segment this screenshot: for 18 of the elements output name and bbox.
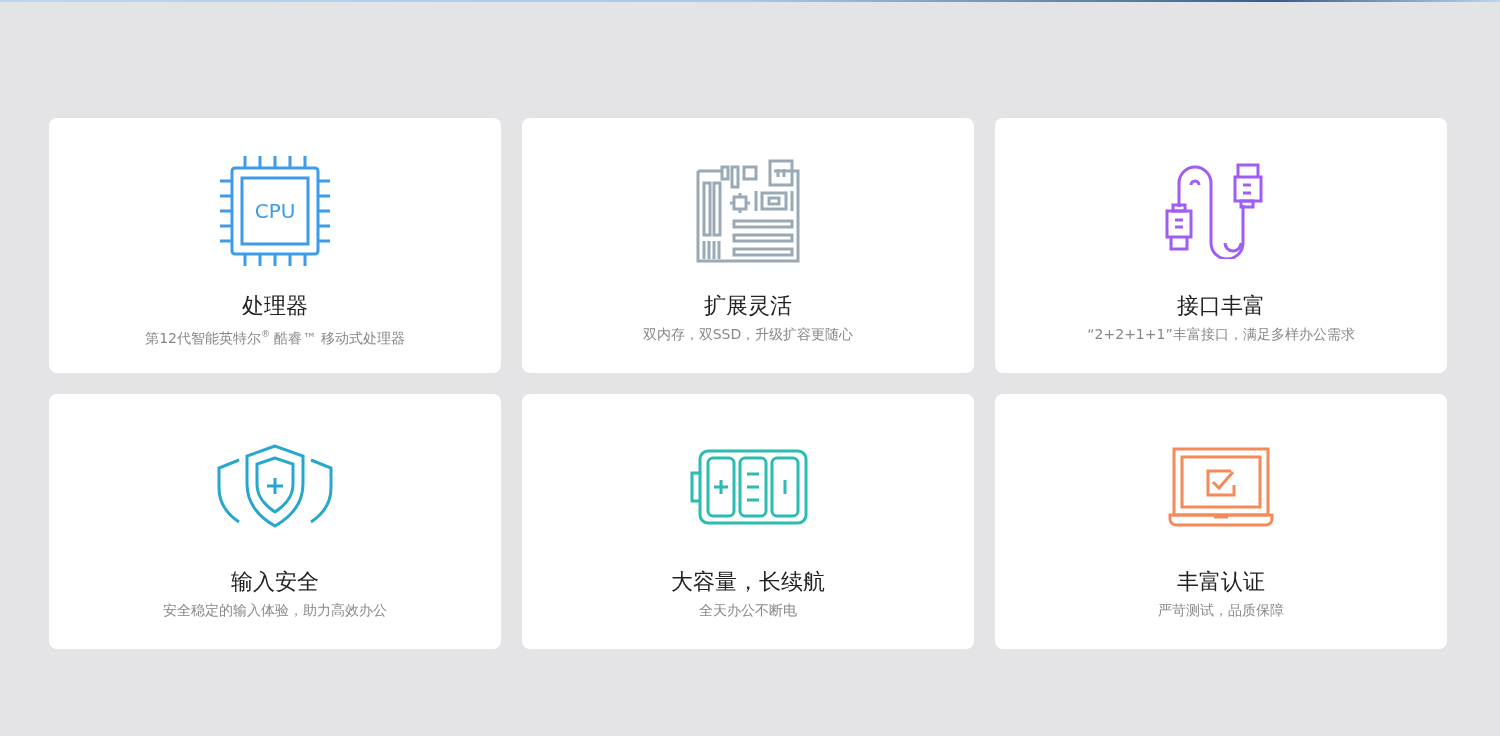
shield-icon — [217, 444, 333, 530]
circuit-board-icon — [696, 159, 800, 263]
feature-description: 第12代智能英特尔$^{®}$ 酷睿™ 移动式处理器 — [145, 328, 405, 348]
battery-icon — [688, 449, 808, 525]
feature-title: 输入安全 — [231, 568, 319, 596]
feature-title: 大容量，长续航 — [671, 568, 825, 596]
feature-description: “2+2+1+1”丰富接口，满足多样办公需求 — [1087, 325, 1355, 344]
feature-description: 严苛测试，品质保障 — [1158, 601, 1284, 620]
feature-description: 安全稳定的输入体验，助力高效办公 — [163, 601, 387, 620]
feature-title: 扩展灵活 — [704, 292, 792, 320]
feature-title: 接口丰富 — [1177, 292, 1265, 320]
laptop-checkmark-icon — [1168, 447, 1274, 527]
feature-title: 丰富认证 — [1177, 568, 1265, 596]
cpu-chip-icon — [220, 156, 330, 266]
feature-title: 处理器 — [242, 292, 308, 320]
chip-label: CPU — [254, 201, 296, 221]
feature-description: 全天办公不断电 — [699, 601, 797, 620]
feature-description: 双内存，双SSD，升级扩容更随心 — [642, 325, 854, 344]
